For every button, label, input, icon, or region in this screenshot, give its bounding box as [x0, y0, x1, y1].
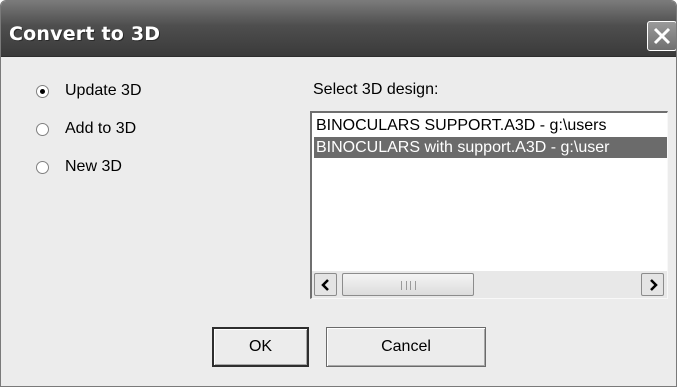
- grip-icon: [401, 281, 416, 290]
- radio-update-3d[interactable]: Update 3D: [36, 79, 142, 103]
- radio-button[interactable]: [36, 122, 49, 136]
- list-item-selected[interactable]: BINOCULARS with support.A3D - g:\user: [314, 137, 667, 158]
- radio-label-add-to-3d: Add to 3D: [65, 120, 137, 137]
- radio-new-3d[interactable]: New 3D: [36, 155, 122, 179]
- scroll-right-button[interactable]: [641, 273, 664, 296]
- radio-label-update-3d: Update 3D: [65, 82, 142, 99]
- radio-label-new-3d: New 3D: [65, 158, 122, 175]
- title-bar[interactable]: Convert to 3D: [1, 1, 676, 57]
- radio-selected-dot: [40, 88, 45, 94]
- select-design-label: Select 3D design:: [313, 81, 439, 98]
- scroll-thumb[interactable]: [342, 273, 474, 296]
- radio-add-to-3d[interactable]: Add to 3D: [36, 117, 136, 141]
- radio-button[interactable]: [36, 84, 49, 98]
- close-button[interactable]: [647, 21, 676, 51]
- arrow-right-icon: [649, 278, 658, 291]
- cancel-button[interactable]: Cancel: [326, 327, 486, 367]
- convert-to-3d-dialog: Convert to 3D Update 3D Add to 3D New 3D…: [0, 0, 677, 387]
- dialog-title: Convert to 3D: [9, 23, 161, 45]
- design-listbox[interactable]: BINOCULARS SUPPORT.A3D - g:\users BINOCU…: [310, 111, 668, 299]
- arrow-left-icon: [320, 278, 329, 291]
- close-x-icon: [653, 27, 671, 45]
- list-item[interactable]: BINOCULARS SUPPORT.A3D - g:\users: [314, 115, 667, 136]
- ok-button[interactable]: OK: [212, 327, 309, 367]
- scroll-left-button[interactable]: [314, 273, 337, 296]
- horizontal-scrollbar[interactable]: [312, 271, 667, 298]
- radio-button[interactable]: [36, 160, 49, 174]
